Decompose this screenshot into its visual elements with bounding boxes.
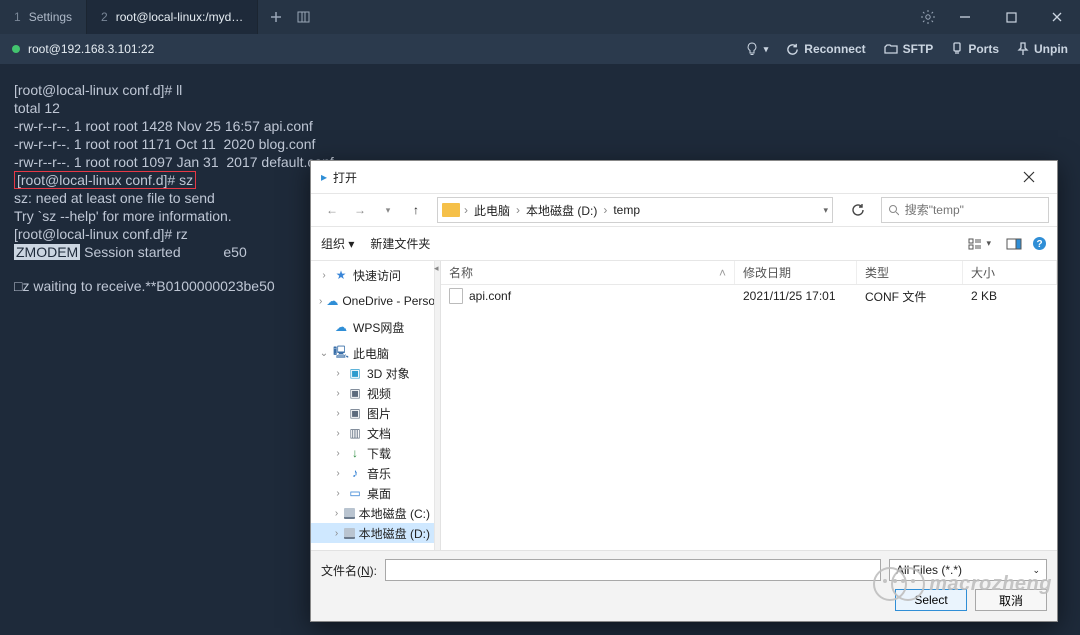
open-file-dialog: ▸ 打开 ← → ▾ ↑ › 此电脑 › 本地磁盘 (D:) › temp ▾ … [310,160,1058,622]
highlighted-command: [root@local-linux conf.d]# sz [14,171,196,189]
tabs-list-icon[interactable] [290,3,318,31]
tree-pictures[interactable]: ›▣图片 [311,403,434,423]
crumb-segment[interactable]: 本地磁盘 (D:) [524,202,599,219]
splitter-handle[interactable] [435,261,441,550]
unpin-button[interactable]: Unpin [1017,42,1068,56]
host-label: root@192.168.3.101:22 [28,42,154,56]
view-mode-button[interactable]: ▾ [963,235,996,253]
zmodem-badge: ZMODEM [14,244,80,260]
ports-button[interactable]: Ports [951,42,999,56]
tree-downloads[interactable]: ›↓下载 [311,443,434,463]
add-tab-icon[interactable] [262,3,290,31]
tree-documents[interactable]: ›▥文档 [311,423,434,443]
tab-index: 2 [101,10,108,24]
cancel-button[interactable]: 取消 [975,589,1047,611]
help-icon[interactable]: ? [1032,236,1047,251]
tab-label: Settings [29,10,72,24]
filename-input[interactable] [385,559,881,581]
tree-desktop[interactable]: ›▭桌面 [311,483,434,503]
chevron-down-icon[interactable]: ▾ [823,205,828,216]
nav-history-icon[interactable]: ▾ [375,197,401,223]
close-icon[interactable] [1009,163,1049,191]
window-minimize-icon[interactable] [942,0,988,34]
tab-index: 1 [14,10,21,24]
tab-settings[interactable]: 1 Settings [0,0,87,34]
window-close-icon[interactable] [1034,0,1080,34]
lightbulb-icon[interactable]: ▾ [745,42,769,56]
dialog-app-icon: ▸ [321,170,327,184]
tree-drive-c[interactable]: ›本地磁盘 (C:) [311,503,434,523]
tree-this-pc[interactable]: ⌄🖳此电脑 [311,343,434,363]
tree-3d-objects[interactable]: ›▣3D 对象 [311,363,434,383]
gear-icon[interactable] [914,3,942,31]
dialog-title: 打开 [333,169,357,186]
new-folder-button[interactable]: 新建文件夹 [370,235,430,252]
filename-label: 文件名(N): [321,562,377,579]
preview-pane-icon[interactable] [1006,238,1022,250]
dialog-footer: 文件名(N): All Files (*.*)⌄ Select 取消 [311,550,1057,621]
tab-label: root@local-linux:/myd… [116,10,244,24]
folder-tree[interactable]: ›★快速访问 ›☁OneDrive - Perso ☁WPS网盘 ⌄🖳此电脑 ›… [311,261,435,550]
window-maximize-icon[interactable] [988,0,1034,34]
crumb-segment[interactable]: temp [611,203,642,217]
file-filter-select[interactable]: All Files (*.*)⌄ [889,559,1047,581]
file-list: 名称˄ 修改日期 类型 大小 api.conf 2021/11/25 17:01… [441,261,1057,550]
session-toolbar: root@192.168.3.101:22 ▾ Reconnect SFTP P… [0,34,1080,64]
nav-back-icon[interactable]: ← [319,197,345,223]
tree-music[interactable]: ›♪音乐 [311,463,434,483]
svg-text:?: ? [1036,239,1042,250]
file-header[interactable]: 名称˄ 修改日期 类型 大小 [441,261,1057,285]
sftp-button[interactable]: SFTP [884,42,934,56]
organize-button[interactable]: 组织 ▾ [321,235,354,252]
tab-bar: 1 Settings 2 root@local-linux:/myd… [0,0,1080,34]
search-input[interactable] [881,197,1049,223]
reconnect-button[interactable]: Reconnect [786,42,865,56]
nav-up-icon[interactable]: ↑ [403,197,429,223]
tab-terminal[interactable]: 2 root@local-linux:/myd… [87,0,258,34]
tree-quick-access[interactable]: ›★快速访问 [311,265,434,285]
dialog-toolbar: 组织 ▾ 新建文件夹 ▾ ? [311,227,1057,261]
nav-forward-icon: → [347,197,373,223]
tree-onedrive[interactable]: ›☁OneDrive - Perso [311,291,434,311]
file-icon [449,288,463,304]
select-button[interactable]: Select [895,589,967,611]
folder-icon [442,203,460,217]
search-icon [888,204,899,216]
tree-videos[interactable]: ›▣视频 [311,383,434,403]
refresh-icon[interactable] [845,197,871,223]
dialog-nav-bar: ← → ▾ ↑ › 此电脑 › 本地磁盘 (D:) › temp ▾ [311,193,1057,227]
breadcrumb[interactable]: › 此电脑 › 本地磁盘 (D:) › temp ▾ [437,197,833,223]
tree-drive-d[interactable]: ›本地磁盘 (D:) [311,523,434,543]
crumb-segment[interactable]: 此电脑 [472,202,512,219]
tree-wps[interactable]: ☁WPS网盘 [311,317,434,337]
dialog-title-bar[interactable]: ▸ 打开 [311,161,1057,193]
file-row[interactable]: api.conf 2021/11/25 17:01 CONF 文件 2 KB [441,285,1057,307]
status-dot-icon [12,45,20,53]
